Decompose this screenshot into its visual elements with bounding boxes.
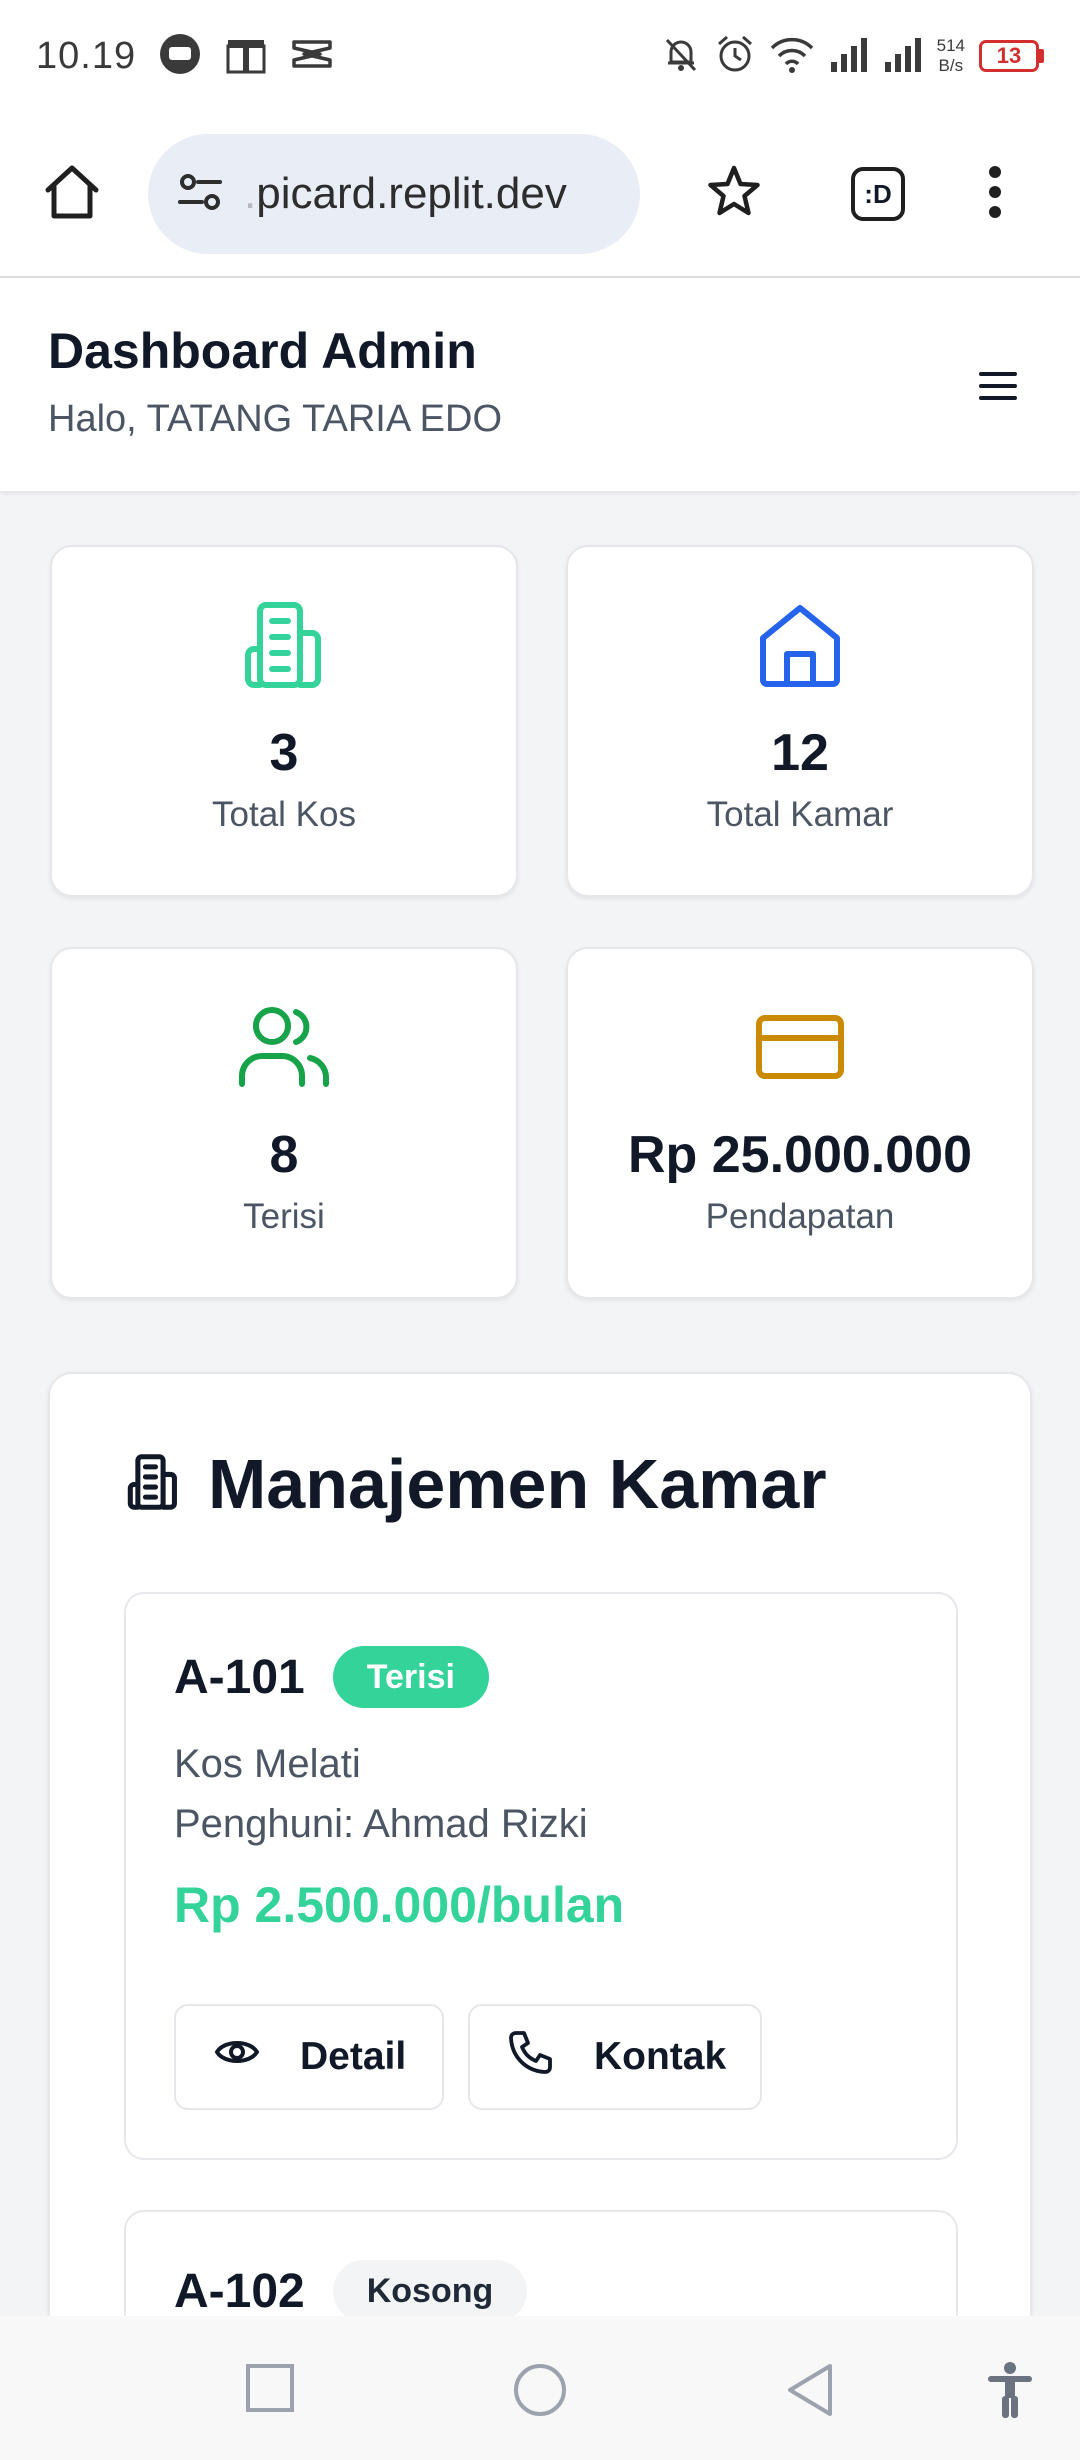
room-header: A-102 Kosong (174, 2260, 528, 2322)
section-header: Manajemen Kamar (124, 1444, 827, 1524)
detail-button-label: Detail (300, 2035, 407, 2078)
stat-label: Pendapatan (705, 1197, 895, 1236)
home-icon[interactable] (40, 160, 104, 229)
stat-label: Terisi (243, 1197, 325, 1236)
stat-value: 3 (269, 724, 299, 782)
bookmark-button[interactable] (662, 163, 806, 226)
page-title: Dashboard Admin (48, 323, 477, 379)
stat-value: 8 (269, 1126, 299, 1184)
stat-value: 12 (771, 724, 829, 782)
contact-button-label: Kontak (594, 2035, 727, 2078)
building-icon (238, 597, 330, 693)
browser-actions: :D (662, 162, 1040, 227)
battery-level: 13 (996, 43, 1022, 68)
hamburger-icon[interactable] (979, 370, 1017, 407)
signal-icon-2 (883, 34, 923, 79)
tab-switcher-button[interactable]: :D (806, 167, 950, 221)
status-badge: Terisi (332, 1646, 489, 1708)
credit-card-icon (753, 999, 847, 1095)
url-text[interactable]: .picard.replit.dev (244, 169, 567, 219)
phone-icon (508, 2029, 554, 2085)
site-settings-icon[interactable] (174, 166, 226, 223)
gift-icon (224, 32, 268, 81)
recent-apps-icon[interactable] (244, 2362, 296, 2419)
status-indicators: 514 B/s 13 (661, 34, 1044, 79)
more-menu-button[interactable] (950, 162, 1040, 227)
contact-button[interactable]: Kontak (468, 2004, 762, 2110)
browser-toolbar: .picard.replit.dev :D (0, 112, 1080, 278)
address-bar[interactable]: .picard.replit.dev (148, 134, 640, 254)
eye-icon (214, 2035, 260, 2079)
bookmark-star-icon[interactable] (705, 163, 763, 226)
room-header: A-101 Terisi (174, 1646, 489, 1708)
home-circle-icon[interactable] (512, 2362, 568, 2423)
greeting-text: Halo, TATANG TARIA EDO (48, 398, 502, 440)
mute-bell-icon (661, 34, 701, 79)
notification-icons (158, 32, 334, 81)
status-bar: 10.19 514 B/s 13 (0, 0, 1080, 112)
room-code: A-101 (174, 1650, 305, 1704)
stat-label: Total Kos (212, 795, 356, 834)
stat-card-total-kos: 3 Total Kos (50, 545, 518, 897)
url-faded: . (244, 169, 257, 218)
url-host: picard.replit.dev (256, 169, 567, 218)
net-speed-unit: B/s (938, 56, 964, 75)
stat-card-pendapatan: Rp 25.000.000 Pendapatan (566, 947, 1034, 1299)
room-price: Rp 2.500.000/bulan (174, 1877, 625, 1933)
app-header: Dashboard Admin Halo, TATANG TARIA EDO (0, 278, 1080, 492)
building-icon (124, 1453, 182, 1516)
net-speed-value: 514 (936, 36, 965, 55)
detail-button[interactable]: Detail (174, 2004, 444, 2110)
alarm-icon (715, 34, 755, 79)
more-menu-icon[interactable] (985, 162, 1005, 227)
tab-switcher-icon[interactable]: :D (851, 167, 905, 221)
battery-icon: 13 (979, 40, 1044, 72)
accessibility-icon[interactable] (984, 2362, 1036, 2423)
room-kos-name: Kos Melati (174, 1742, 361, 1786)
stat-label: Total Kamar (706, 795, 894, 834)
room-code: A-102 (174, 2264, 305, 2318)
status-time: 10.19 (36, 34, 137, 77)
stat-value: Rp 25.000.000 (627, 1126, 973, 1184)
capcut-icon (290, 32, 334, 81)
chat-bubble-icon (158, 32, 202, 81)
room-tenant: Penghuni: Ahmad Rizki (174, 1802, 588, 1846)
back-triangle-icon[interactable] (784, 2362, 836, 2423)
hamburger-menu-button[interactable] (968, 358, 1028, 418)
room-management-section: Manajemen Kamar A-101 Terisi Kos Melati … (48, 1372, 1032, 2460)
tab-label: :D (864, 178, 892, 209)
section-title: Manajemen Kamar (208, 1445, 827, 1523)
stat-card-total-kamar: 12 Total Kamar (566, 545, 1034, 897)
signal-icon-1 (829, 34, 869, 79)
status-badge: Kosong (332, 2260, 528, 2322)
users-icon (236, 999, 332, 1095)
system-nav-bar (0, 2316, 1080, 2460)
net-speed: 514 B/s (937, 36, 965, 76)
room-card: A-101 Terisi Kos Melati Penghuni: Ahmad … (124, 1592, 958, 2160)
stat-card-terisi: 8 Terisi (50, 947, 518, 1299)
house-icon (755, 597, 845, 693)
wifi-icon (769, 34, 815, 79)
